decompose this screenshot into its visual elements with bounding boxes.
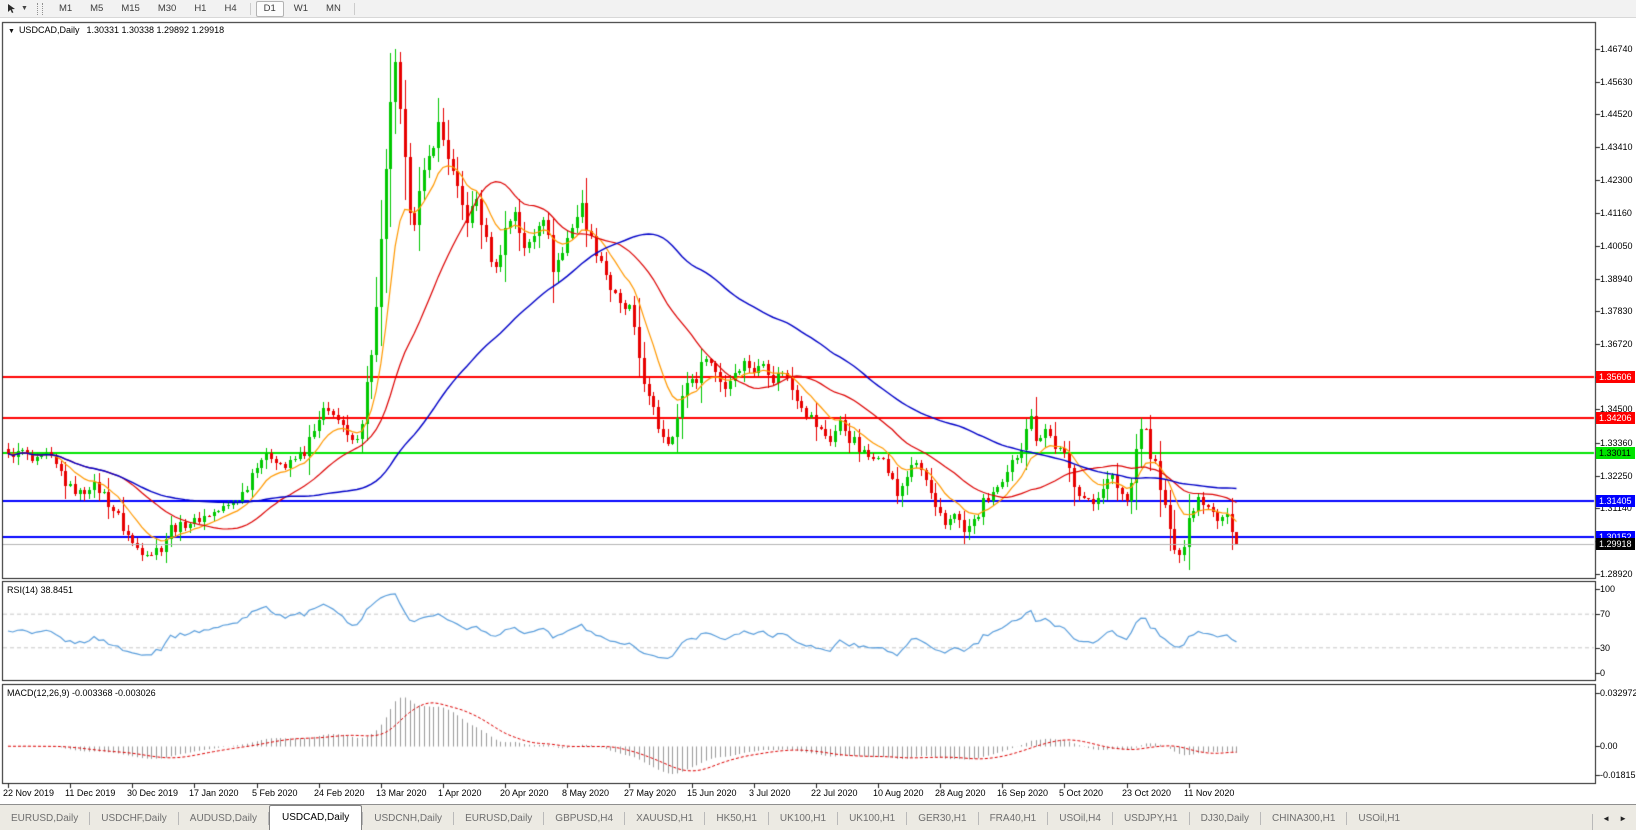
price-tick-label: 1.36720 — [1600, 339, 1633, 350]
tab-audusd-daily[interactable]: AUDUSD,Daily — [179, 808, 268, 830]
price-tag-1.34206: 1.34206 — [1596, 412, 1635, 424]
date-label: 10 Aug 2020 — [873, 788, 924, 798]
date-label: 15 Jun 2020 — [687, 788, 737, 798]
date-label: 5 Feb 2020 — [252, 788, 298, 798]
tab-uk100-h1[interactable]: UK100,H1 — [838, 808, 906, 830]
tab-usdcnh-daily[interactable]: USDCNH,Daily — [363, 808, 453, 830]
rsi-tick-label: 70 — [1600, 609, 1611, 620]
price-tag-1.31405: 1.31405 — [1596, 495, 1635, 507]
chart-title: ▼ USDCAD,Daily 1.30331 1.30338 1.29892 1.2… — [8, 25, 224, 35]
rsi-tick-label: 100 — [1600, 584, 1616, 594]
tab-usoil-h4[interactable]: USOil,H4 — [1048, 808, 1112, 830]
tab-hk50-h1[interactable]: HK50,H1 — [705, 808, 768, 830]
collapse-chart-icon[interactable]: ▼ — [8, 28, 15, 35]
date-label: 22 Jul 2020 — [811, 788, 858, 798]
date-label: 1 Apr 2020 — [438, 788, 482, 798]
tab-xauusd-h1[interactable]: XAUUSD,H1 — [625, 808, 704, 830]
price-tick-label: 1.46740 — [1600, 44, 1633, 54]
date-label: 22 Nov 2019 — [3, 788, 55, 798]
date-label: 8 May 2020 — [562, 788, 610, 798]
price-tick-label: 1.38940 — [1600, 273, 1633, 284]
date-label: 11 Dec 2019 — [65, 788, 116, 798]
tab-uk100-h1[interactable]: UK100,H1 — [769, 808, 837, 830]
date-label: 20 Apr 2020 — [500, 788, 549, 798]
cursor-icon — [8, 4, 15, 13]
timeframe-button-m15[interactable]: M15 — [113, 1, 147, 17]
current-price-tag: 1.29918 — [1596, 538, 1635, 550]
rsi-tick-label: 30 — [1600, 642, 1611, 653]
date-label: 3 Jul 2020 — [749, 788, 791, 798]
toolbar-separator — [249, 2, 251, 15]
date-label: 28 Aug 2020 — [935, 788, 986, 798]
date-label: 13 Mar 2020 — [376, 788, 427, 798]
tab-gbpusd-h4[interactable]: GBPUSD,H4 — [544, 808, 624, 830]
tab-fra40-h1[interactable]: FRA40,H1 — [979, 808, 1048, 830]
timeframe-button-mn[interactable]: MN — [318, 1, 349, 17]
price-tick-label: 1.28920 — [1600, 568, 1633, 579]
tab-ger30-h1[interactable]: GER30,H1 — [907, 808, 977, 830]
price-tick-label: 1.45630 — [1600, 76, 1633, 87]
chart-tab-bar: EURUSD,Daily USDCHF,Daily AUDUSD,Daily USDC… — [0, 804, 1636, 830]
timeframe-toolbar: ▼ M1 M5 M15 M30 H1 H4 D1 W1 MN — [0, 0, 1636, 18]
chart-overlay: ▼ USDCAD,Daily 1.30331 1.30338 1.29892 1.2… — [0, 0, 1636, 830]
timeframe-button-m30[interactable]: M30 — [150, 1, 184, 17]
chevron-down-icon: ▼ — [21, 5, 28, 12]
price-tick-label: 1.37830 — [1600, 306, 1633, 317]
toolbar-separator — [353, 2, 355, 15]
date-label: 30 Dec 2019 — [127, 788, 179, 798]
timeframe-button-h4[interactable]: H4 — [216, 1, 244, 17]
timeframe-button-h1[interactable]: H1 — [186, 1, 214, 17]
chart-ohlc-values: 1.30331 1.30338 1.29892 1.29918 — [86, 25, 225, 35]
toolbar-grip[interactable] — [36, 2, 43, 15]
date-label: 17 Jan 2020 — [189, 788, 239, 798]
tab-usdjpy-h1[interactable]: USDJPY,H1 — [1113, 808, 1189, 830]
price-tick-label: 1.42300 — [1600, 174, 1633, 185]
cursor-crosshair-icon[interactable]: ▼ — [3, 2, 32, 15]
price-tick-label: 1.40050 — [1600, 241, 1633, 251]
tab-dj30-daily[interactable]: DJ30,Daily — [1190, 808, 1260, 830]
macd-indicator-label: MACD(12,26,9) -0.003368 -0.003026 — [7, 688, 156, 698]
timeframe-button-d1[interactable]: D1 — [255, 0, 284, 17]
scroll-right-arrow-icon[interactable]: ► — [1619, 814, 1627, 823]
price-tick-label: 1.43410 — [1600, 142, 1633, 153]
timeframe-button-m5[interactable]: M5 — [82, 1, 111, 17]
date-label: 5 Oct 2020 — [1059, 788, 1104, 798]
tab-eurusd-daily[interactable]: EURUSD,Daily — [454, 808, 543, 830]
macd-tick-label: -0.01815 — [1600, 770, 1636, 781]
timeframe-button-m1[interactable]: M1 — [51, 1, 80, 17]
mt4-window: ▼ M1 M5 M15 M30 H1 H4 D1 W1 MN ▼ USDCAD,Daily 1.30… — [0, 0, 1636, 830]
price-tick-label: 1.41160 — [1600, 208, 1632, 219]
rsi-tick-label: 0 — [1600, 668, 1606, 678]
tab-scroll-arrows: ◄ ► — [1592, 814, 1636, 830]
price-tag-1.33011: 1.33011 — [1596, 447, 1635, 459]
date-label: 23 Oct 2020 — [1122, 788, 1172, 798]
chart-tabs: EURUSD,Daily USDCHF,Daily AUDUSD,Daily USDC… — [0, 805, 1411, 830]
price-tick-label: 1.44520 — [1600, 109, 1633, 120]
tab-china300-h1[interactable]: CHINA300,H1 — [1261, 808, 1346, 830]
timeframe-buttons: M1 M5 M15 M30 H1 H4 D1 W1 MN — [50, 0, 359, 17]
tab-eurusd-daily[interactable]: EURUSD,Daily — [0, 808, 89, 830]
scroll-left-arrow-icon[interactable]: ◄ — [1602, 814, 1610, 823]
price-tick-label: 1.32250 — [1600, 470, 1633, 481]
macd-tick-label: 0.032972 — [1600, 688, 1636, 699]
timeframe-button-w1[interactable]: W1 — [286, 1, 316, 17]
rsi-indicator-label: RSI(14) 38.8451 — [7, 585, 74, 595]
date-label: 24 Feb 2020 — [314, 788, 365, 798]
date-label: 27 May 2020 — [624, 788, 677, 798]
date-label: 11 Nov 2020 — [1184, 788, 1235, 798]
tab-usoil-h1[interactable]: USOil,H1 — [1347, 808, 1411, 830]
date-label: 16 Sep 2020 — [997, 788, 1049, 798]
macd-tick-label: 0.00 — [1600, 741, 1618, 752]
chart-symbol-label: USDCAD,Daily — [18, 25, 80, 35]
price-tag-1.35606: 1.35606 — [1596, 371, 1635, 383]
tab-usdchf-daily[interactable]: USDCHF,Daily — [90, 808, 178, 830]
tab-usdcad-daily[interactable]: USDCAD,Daily — [269, 805, 363, 830]
